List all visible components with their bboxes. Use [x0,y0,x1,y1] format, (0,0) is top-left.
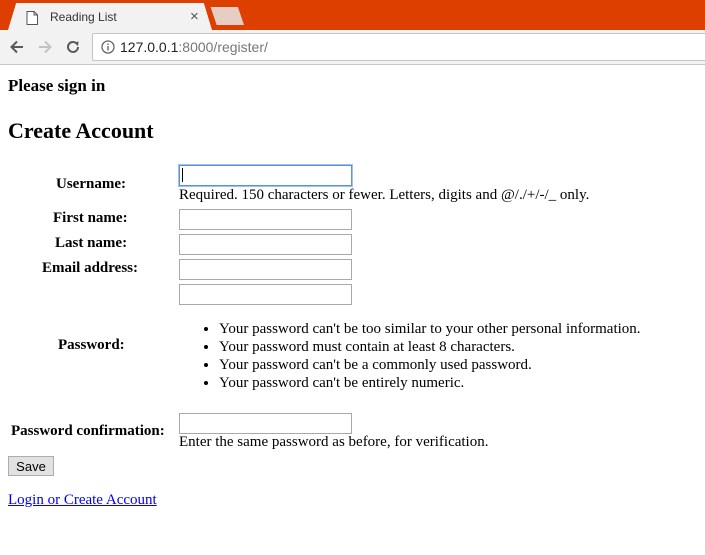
list-item: Your password can't be too similar to yo… [219,320,641,338]
url-host: 127.0.0.1 [120,39,179,55]
first-name-label: First name: [53,210,128,226]
username-label: Username: [56,176,126,192]
url-path: :8000/register/ [178,39,268,55]
password-input[interactable] [179,284,352,305]
username-input[interactable] [179,165,352,186]
tab-title: Reading List [50,10,117,24]
last-name-label: Last name: [55,235,128,251]
username-help: Required. 150 characters or fewer. Lette… [179,187,590,203]
password-confirmation-input[interactable] [179,413,352,434]
tab-close-icon[interactable]: × [190,8,199,26]
list-item: Your password can't be a commonly used p… [219,356,641,374]
list-item: Your password can't be entirely numeric. [219,374,641,392]
password-rules-list: Your password can't be too similar to yo… [179,320,641,392]
browser-tab[interactable]: Reading List × [8,3,212,30]
page-content: Please sign in Create Account Username: … [0,66,705,555]
back-arrow-icon[interactable] [8,38,26,56]
new-tab-button[interactable] [210,7,244,25]
forward-arrow-icon[interactable] [36,38,54,56]
email-label: Email address: [42,260,138,276]
info-icon[interactable] [101,40,115,54]
list-item: Your password must contain at least 8 ch… [219,338,641,356]
signin-heading: Please sign in [8,76,106,95]
password-confirmation-help: Enter the same password as before, for v… [179,434,489,450]
first-name-input[interactable] [179,209,352,230]
email-input[interactable] [179,259,352,280]
save-button[interactable]: Save [8,456,54,476]
login-link[interactable]: Login or Create Account [8,492,157,509]
page-icon [26,11,38,25]
text-cursor [182,168,183,182]
password-label: Password: [58,337,125,353]
password-confirmation-label: Password confirmation: [11,423,165,439]
page-title: Create Account [8,118,154,143]
reload-icon[interactable] [64,38,82,56]
browser-titlebar: Reading List × [0,0,705,30]
url-text[interactable]: 127.0.0.1:8000/register/ [120,39,268,55]
last-name-input[interactable] [179,234,352,255]
